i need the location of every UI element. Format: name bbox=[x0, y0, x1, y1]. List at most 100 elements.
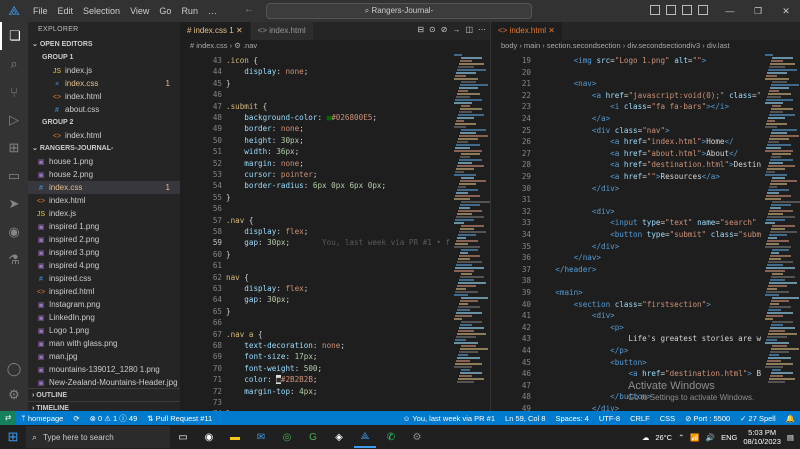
remote-explorer-icon[interactable]: ▭ bbox=[0, 162, 28, 190]
code-line[interactable]: margin: none; bbox=[226, 159, 303, 168]
tab-index-html[interactable]: <> index.html bbox=[250, 22, 314, 40]
code-line[interactable]: <a href="destination.html">Destinatio bbox=[537, 160, 761, 169]
file-item[interactable]: # about.css bbox=[28, 103, 180, 116]
toggle-sidebar-icon[interactable] bbox=[650, 5, 660, 15]
code-line[interactable]: </div> bbox=[537, 242, 619, 251]
code-line[interactable]: .icon { bbox=[226, 56, 258, 65]
menu-item[interactable]: … bbox=[203, 0, 222, 22]
github-icon[interactable]: ◉ bbox=[0, 218, 28, 246]
html-code-editor[interactable]: 19 <img src="Logo 1.png" alt=""> 20 21 <na… bbox=[491, 54, 761, 411]
code-line[interactable]: } bbox=[226, 250, 231, 259]
file-item[interactable]: ▣ man with glass.png bbox=[28, 337, 180, 350]
code-line[interactable]: </p> bbox=[537, 346, 628, 355]
menu-item[interactable]: Selection bbox=[78, 0, 125, 22]
toggle-panel-icon[interactable] bbox=[666, 5, 676, 15]
open-editors-header[interactable]: ⌄ OPEN EDITORS bbox=[28, 38, 180, 51]
file-item[interactable]: <> index.html bbox=[28, 129, 180, 142]
compare-icon[interactable]: ⊟ bbox=[417, 25, 424, 34]
code-line[interactable]: <div class="nav"> bbox=[537, 126, 670, 135]
file-item[interactable]: ▣ inspired 4.png bbox=[28, 259, 180, 272]
customize-layout-icon[interactable] bbox=[698, 5, 708, 15]
file-item[interactable]: ▣ mountains-139012_1280 1.png bbox=[28, 363, 180, 376]
code-line[interactable]: <nav> bbox=[537, 79, 597, 88]
toggle-secondary-sidebar-icon[interactable] bbox=[682, 5, 692, 15]
file-item[interactable]: × index.css 1 bbox=[28, 77, 180, 90]
more-actions-icon[interactable]: ⋯ bbox=[478, 25, 486, 34]
file-item[interactable]: <> index.html bbox=[28, 90, 180, 103]
manage-gear-icon[interactable]: ⚙ bbox=[0, 381, 28, 409]
code-line[interactable]: .submit { bbox=[226, 102, 267, 111]
code-line[interactable]: <a href="javascript:void(0);" class="ico… bbox=[537, 91, 761, 100]
code-line[interactable]: <img src="Logo 1.png" alt=""> bbox=[537, 56, 707, 65]
file-item[interactable]: ▣ LinkedIn.png bbox=[28, 311, 180, 324]
file-item[interactable]: <> index.html bbox=[28, 194, 180, 207]
code-line[interactable]: <button type="submit" class="submit"> bbox=[537, 230, 761, 239]
code-line[interactable]: <div> bbox=[537, 311, 615, 320]
code-line[interactable]: </a> bbox=[537, 114, 610, 123]
file-item[interactable]: ▣ inspired 3.png bbox=[28, 246, 180, 259]
menu-item[interactable]: Edit bbox=[53, 0, 79, 22]
code-line[interactable]: border: none; bbox=[226, 124, 303, 133]
file-item[interactable]: JS index.js bbox=[28, 207, 180, 220]
group2-header[interactable]: GROUP 2 bbox=[28, 116, 180, 129]
settings-icon[interactable]: ⚙ bbox=[406, 426, 428, 448]
git-blame-indicator[interactable]: ☺ You, last week via PR #1 bbox=[398, 414, 500, 423]
menu-item[interactable]: Go bbox=[154, 0, 176, 22]
weather-temp[interactable]: 26°C bbox=[655, 433, 672, 442]
minimap[interactable] bbox=[452, 54, 490, 411]
back-arrow-icon[interactable]: ← bbox=[244, 4, 254, 15]
code-line[interactable]: <a href="index.html">Home</ bbox=[537, 137, 734, 146]
close-icon[interactable]: ✕ bbox=[772, 0, 800, 22]
code-line[interactable]: cursor: pointer; bbox=[226, 170, 317, 179]
command-center[interactable]: ⌕ Rangers-Journal- bbox=[266, 3, 532, 19]
code-line[interactable]: border-radius: 6px 0px 6px 0px; bbox=[226, 181, 386, 190]
spell-checker[interactable]: ✓ 27 Spell bbox=[735, 414, 780, 423]
code-line[interactable]: </div> bbox=[537, 184, 619, 193]
code-line[interactable]: <button> bbox=[537, 358, 647, 367]
code-line[interactable]: <main> bbox=[537, 288, 582, 297]
run-debug-icon[interactable]: ▷ bbox=[0, 106, 28, 134]
file-item[interactable]: # index.css 1 bbox=[28, 181, 180, 194]
check-icon[interactable]: ⊘ bbox=[441, 25, 448, 34]
remote-indicator[interactable]: ⇄ bbox=[0, 411, 17, 425]
code-line[interactable]: <section class="firstsection"> bbox=[537, 300, 711, 309]
language-indicator[interactable]: ENG bbox=[721, 433, 737, 442]
weather-icon[interactable]: ☁ bbox=[642, 433, 650, 442]
volume-icon[interactable]: 🔊 bbox=[706, 433, 715, 442]
grammarly-icon[interactable]: G bbox=[302, 426, 324, 448]
code-line[interactable]: width: 36px; bbox=[226, 147, 299, 156]
task-view-icon[interactable]: ▭ bbox=[172, 426, 194, 448]
code-line[interactable]: background-color: ■#026800E5; bbox=[226, 113, 377, 122]
file-item[interactable]: ▣ inspired 2.png bbox=[28, 233, 180, 246]
encoding[interactable]: UTF-8 bbox=[594, 414, 625, 423]
tray-overflow-icon[interactable]: ⌃ bbox=[678, 433, 684, 442]
problems-indicator[interactable]: ⊗ 0 ⚠ 1 ⓘ 49 bbox=[85, 413, 143, 424]
git-icon[interactable]: ⊙ bbox=[429, 25, 436, 34]
live-share-icon[interactable]: ➤ bbox=[0, 190, 28, 218]
code-line[interactable]: } bbox=[226, 79, 231, 88]
file-item[interactable]: # inspired.css bbox=[28, 272, 180, 285]
figma-icon[interactable]: ◈ bbox=[328, 426, 350, 448]
code-line[interactable]: .nav a { bbox=[226, 330, 263, 339]
explorer-icon[interactable]: ❏ bbox=[0, 22, 28, 50]
arrow-icon[interactable]: → bbox=[452, 25, 460, 34]
extensions-icon[interactable]: ⊞ bbox=[0, 134, 28, 162]
outline-header[interactable]: › OUTLINE bbox=[28, 388, 180, 401]
clock[interactable]: 5:03 PM 08/10/2023 bbox=[743, 428, 781, 446]
code-line[interactable]: <div> bbox=[537, 207, 615, 216]
split-editor-icon[interactable]: ◫ bbox=[465, 25, 473, 34]
menu-item[interactable]: File bbox=[28, 0, 53, 22]
sync-icon[interactable]: ⟳ bbox=[68, 414, 84, 423]
language-mode[interactable]: CSS bbox=[655, 414, 680, 423]
file-item[interactable]: ▣ inspired 1.png bbox=[28, 220, 180, 233]
code-line[interactable]: </nav> bbox=[537, 253, 601, 262]
css-code-editor[interactable]: 43 .icon {44 display: none; 45} 46 47 .submit… bbox=[180, 54, 450, 418]
code-line[interactable]: color: ■#2B2B2B; bbox=[226, 375, 317, 385]
code-line[interactable]: </div> bbox=[537, 404, 619, 411]
pull-request-indicator[interactable]: ⇅ Pull Request #11 bbox=[142, 414, 217, 423]
code-line[interactable]: display: none; bbox=[226, 67, 308, 76]
file-item[interactable]: ▣ Logo 1.png bbox=[28, 324, 180, 337]
code-line[interactable]: .nav { bbox=[226, 216, 253, 225]
minimize-icon[interactable]: — bbox=[716, 0, 744, 22]
search-icon[interactable]: ⌕ bbox=[0, 50, 28, 78]
